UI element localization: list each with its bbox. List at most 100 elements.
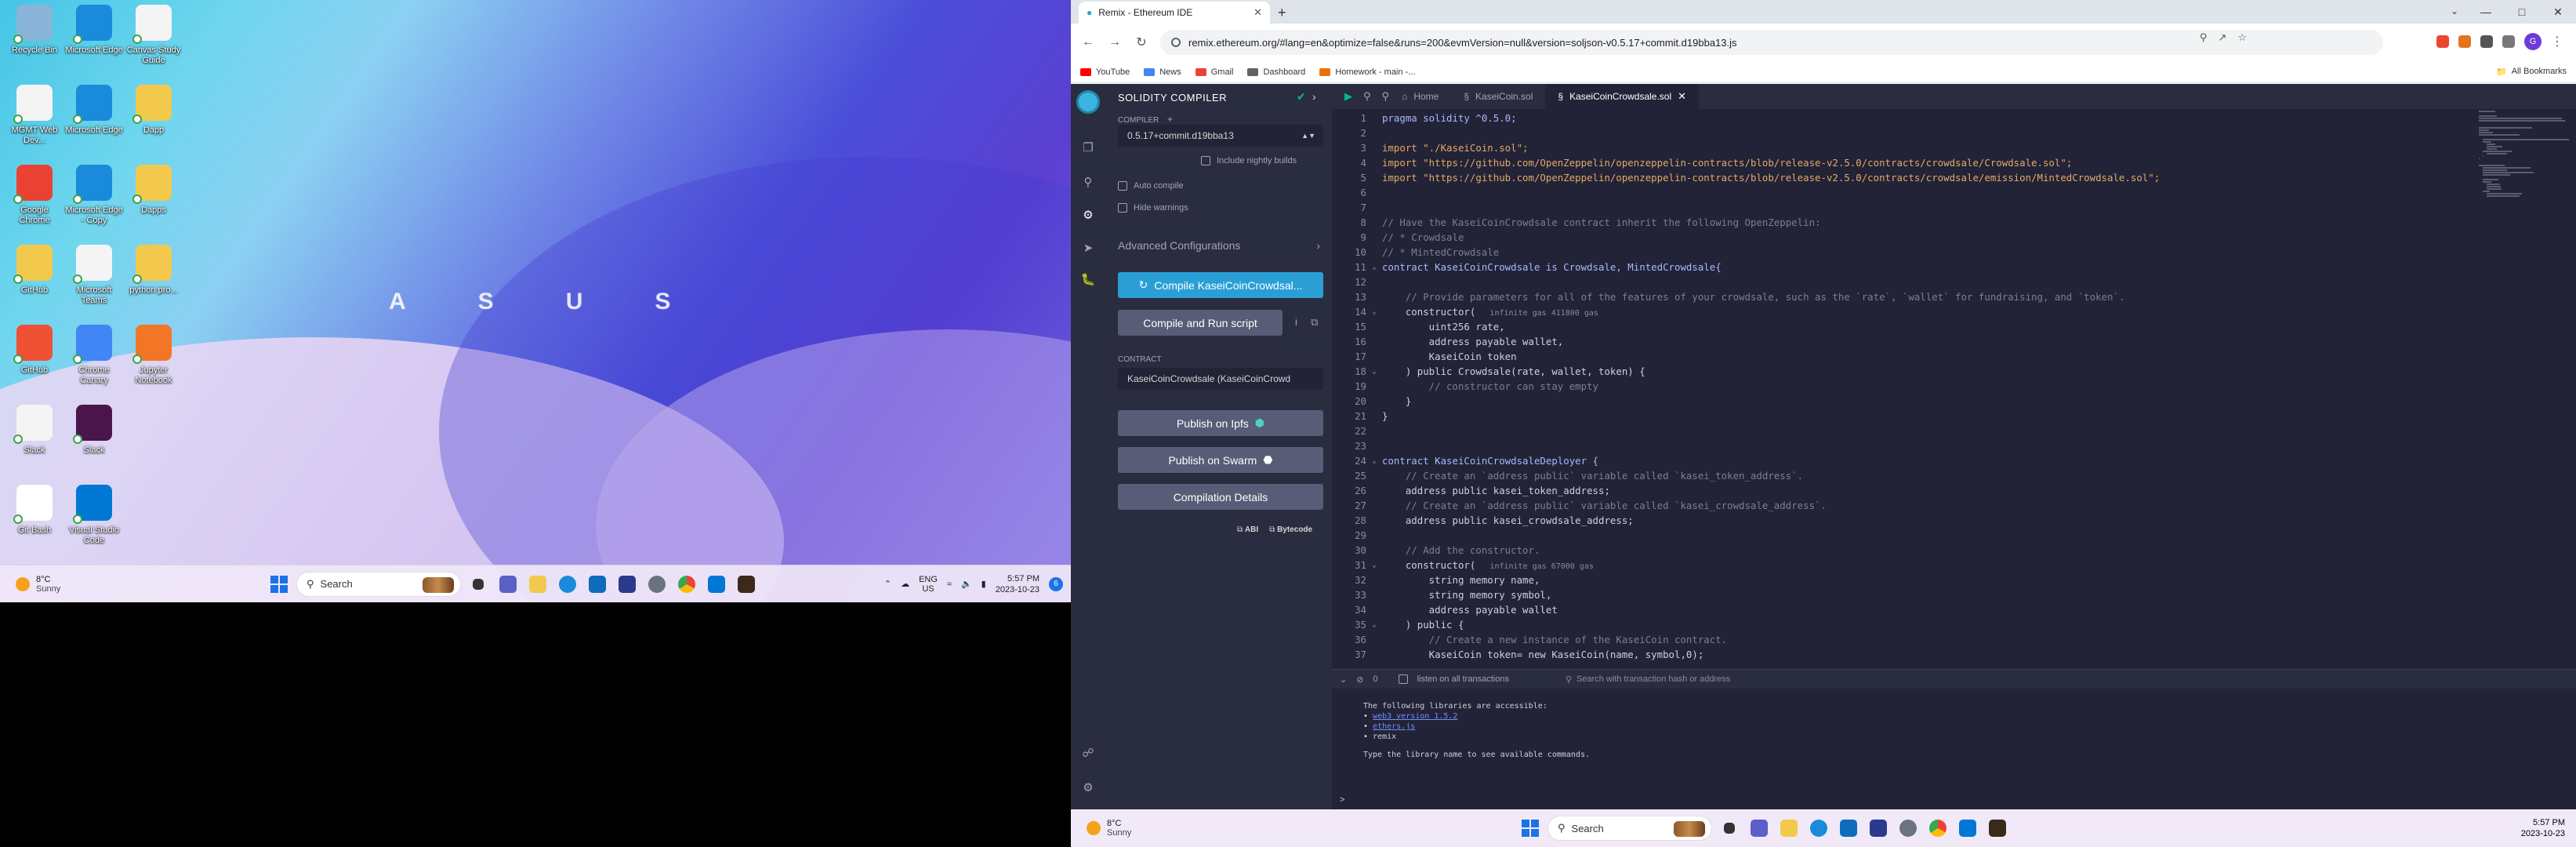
code-area[interactable]: 1 pragma solidity ^0.5.0; 2 3 import "./Kase…	[1332, 111, 2453, 669]
edge-icon[interactable]	[1806, 816, 1831, 841]
contract-select[interactable]: KaseiCoinCrowdsale (KaseiCoinCrowd	[1118, 368, 1323, 390]
back-icon[interactable]: ←	[1080, 35, 1096, 49]
desktop-icon[interactable]: Git Bash	[5, 485, 64, 565]
clear-console-icon[interactable]: ⊘	[1356, 674, 1363, 685]
taskview-button[interactable]	[466, 572, 491, 597]
vscode-icon[interactable]	[704, 572, 729, 597]
desktop-icon[interactable]: Dapps	[124, 165, 183, 245]
fold-chevron-icon[interactable]: ⌄	[1366, 558, 1382, 573]
app-icon[interactable]	[1866, 816, 1891, 841]
store-icon[interactable]	[1836, 816, 1861, 841]
zoom-icon[interactable]: ⚲	[2200, 31, 2208, 44]
reload-icon[interactable]: ↻	[1134, 35, 1149, 50]
cloud-icon[interactable]: ☁	[901, 579, 909, 589]
bookmark-item[interactable]: News	[1144, 67, 1181, 77]
zoom-in-icon[interactable]: ⚲	[1382, 90, 1390, 103]
file-explorer-icon[interactable]	[525, 572, 550, 597]
wifi-icon[interactable]: ≈	[947, 580, 952, 589]
compile-run-script-button[interactable]: Compile and Run script	[1118, 310, 1283, 336]
bookmark-item[interactable]: Homework - main -...	[1319, 67, 1415, 77]
app-icon[interactable]	[734, 572, 759, 597]
desktop-icon[interactable]: Canvas Study Guide	[124, 5, 183, 85]
chevron-up-icon[interactable]: ⌃	[884, 579, 891, 589]
lib-link[interactable]: web3 version 1.5.2	[1373, 712, 1457, 721]
teams-icon[interactable]	[1747, 816, 1772, 841]
fold-chevron-icon[interactable]: ⌄	[1366, 304, 1382, 319]
terminal-prompt[interactable]: >	[1340, 795, 1344, 805]
clock[interactable]: 5:57 PM 2023-10-23	[2521, 817, 2565, 839]
editor-tab[interactable]: § KaseiCoin.sol	[1451, 84, 1545, 109]
compiler-version-select[interactable]: 0.5.17+commit.d19bba13 ▲▼	[1118, 125, 1323, 147]
desktop-icon[interactable]: python pro...	[124, 245, 183, 325]
taskview-button[interactable]	[1717, 816, 1742, 841]
editor-tab[interactable]: § KaseiCoinCrowdsale.sol ✕	[1545, 84, 1700, 109]
metamask-icon[interactable]	[2458, 35, 2471, 48]
desktop-icon[interactable]: Microsoft Edge - Copy	[64, 165, 124, 245]
fold-chevron-icon[interactable]: ⌄	[1366, 364, 1382, 379]
chevron-right-icon[interactable]: ›	[1312, 90, 1316, 103]
menu-dots-icon[interactable]: ⋮	[2551, 34, 2563, 49]
close-tab-icon[interactable]: ✕	[1678, 90, 1686, 103]
compile-button[interactable]: ↻ Compile KaseiCoinCrowdsal...	[1118, 272, 1323, 298]
close-tab-icon[interactable]: ✕	[1254, 6, 1262, 19]
bookmark-item[interactable]: Gmail	[1195, 67, 1233, 77]
bookmark-item[interactable]: YouTube	[1080, 67, 1130, 77]
app-icon[interactable]	[615, 572, 640, 597]
volume-icon[interactable]: 🔈	[961, 579, 972, 589]
minimap[interactable]	[2474, 111, 2576, 220]
teams-icon[interactable]	[495, 572, 521, 597]
desktop-icon[interactable]: Google Chrome	[5, 165, 64, 245]
battery-icon[interactable]: ▮	[981, 579, 986, 589]
site-info-icon[interactable]	[1171, 38, 1181, 47]
include-nightly-checkbox[interactable]: Include nightly builds	[1201, 156, 1297, 165]
extension-icon[interactable]	[2436, 35, 2449, 48]
remix-logo-icon[interactable]	[1076, 90, 1100, 114]
start-button[interactable]	[1518, 816, 1543, 841]
taskbar-search[interactable]: ⚲ Search	[1547, 816, 1712, 841]
bookmark-star-icon[interactable]: ☆	[2237, 31, 2247, 44]
publish-ipfs-button[interactable]: Publish on Ipfs ⬢	[1118, 410, 1323, 436]
edge-icon[interactable]	[555, 572, 580, 597]
forward-icon[interactable]: →	[1107, 35, 1123, 49]
hide-warnings-checkbox[interactable]: Hide warnings	[1118, 203, 1188, 213]
desktop-icon[interactable]: Dapp	[124, 85, 183, 165]
run-script-icon[interactable]: ▶	[1344, 90, 1352, 103]
search-icon[interactable]: ⚲	[1079, 173, 1097, 191]
new-tab-button[interactable]: +	[1278, 5, 1286, 21]
chrome-icon[interactable]	[1925, 816, 1950, 841]
start-button[interactable]	[267, 572, 292, 597]
advanced-config-toggle[interactable]: Advanced Configurations ›	[1118, 239, 1323, 252]
tab-search-icon[interactable]: ⌄	[2451, 5, 2458, 16]
desktop-icon[interactable]: GitHub	[5, 245, 64, 325]
settings-icon[interactable]	[644, 572, 669, 597]
all-bookmarks[interactable]: 📁 All Bookmarks	[2496, 67, 2567, 77]
file-explorer-icon[interactable]	[1776, 816, 1801, 841]
copy-bytecode-button[interactable]: ⧉ Bytecode	[1269, 525, 1312, 534]
deploy-run-icon[interactable]: ➤	[1079, 239, 1097, 256]
clock[interactable]: 5:57 PM 2023-10-23	[996, 573, 1039, 595]
close-icon[interactable]: ✕	[2540, 0, 2576, 24]
taskbar-search[interactable]: ⚲ Search	[296, 571, 461, 597]
zoom-out-icon[interactable]: ⚲	[1363, 90, 1371, 103]
desktop-icon[interactable]: Microsoft Edge	[64, 5, 124, 85]
notification-badge[interactable]: 6	[1049, 576, 1063, 591]
desktop-icon[interactable]: GitHub	[5, 325, 64, 405]
fold-chevron-icon[interactable]: ⌄	[1366, 617, 1382, 632]
share-icon[interactable]: ↗	[2218, 31, 2226, 44]
add-compiler-icon[interactable]: +	[1167, 114, 1173, 125]
minimize-icon[interactable]: —	[2468, 0, 2504, 24]
store-icon[interactable]	[585, 572, 610, 597]
publish-swarm-button[interactable]: Publish on Swarm ⬣	[1118, 447, 1323, 473]
desktop-icon[interactable]: Microsoft Teams	[64, 245, 124, 325]
debugger-icon[interactable]: 🐛	[1079, 271, 1097, 288]
desktop-icon[interactable]: Slack	[5, 405, 64, 485]
weather-widget[interactable]: 8°C Sunny	[0, 575, 267, 594]
desktop-icon[interactable]: Recycle Bin	[5, 5, 64, 85]
auto-compile-checkbox[interactable]: Auto compile	[1118, 181, 1184, 191]
compilation-details-button[interactable]: Compilation Details	[1118, 484, 1323, 510]
terminal-search[interactable]: ⚲ Search with transaction hash or addres…	[1566, 672, 1769, 686]
info-icon[interactable]: i	[1295, 316, 1297, 328]
listen-checkbox[interactable]	[1398, 674, 1408, 684]
browser-tab[interactable]: ● Remix - Ethereum IDE ✕	[1079, 2, 1270, 24]
fold-chevron-icon[interactable]: ⌄	[1366, 453, 1382, 468]
